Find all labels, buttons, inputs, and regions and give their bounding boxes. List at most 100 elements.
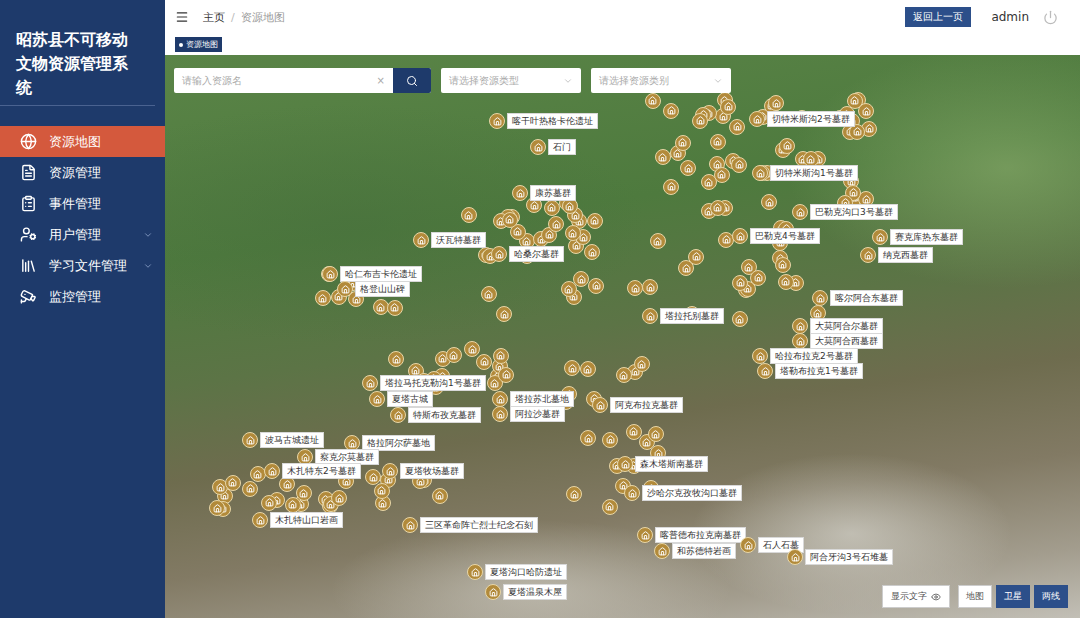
- map-pin[interactable]: [242, 432, 258, 448]
- site-marker[interactable]: 沙哈尔克孜牧沟口墓群: [624, 485, 742, 501]
- site-marker[interactable]: 塔拉马托克勒沟1号墓群: [362, 375, 486, 391]
- map-pin[interactable]: [792, 318, 808, 334]
- show-text-button[interactable]: 显示文字: [882, 585, 950, 608]
- site-marker[interactable]: 康苏墓群: [512, 185, 576, 201]
- map-pin[interactable]: [413, 232, 429, 248]
- map-pin[interactable]: [860, 247, 876, 263]
- map-pin[interactable]: [588, 278, 604, 294]
- site-marker[interactable]: 夏塔牧场墓群: [382, 463, 464, 479]
- site-marker[interactable]: 喀普德布拉克南墓群: [637, 527, 746, 543]
- map-pin[interactable]: [616, 367, 632, 383]
- layer-button[interactable]: 地图: [958, 585, 992, 608]
- map-pin[interactable]: [650, 233, 666, 249]
- map-pin[interactable]: [374, 483, 390, 499]
- site-marker[interactable]: 切特米斯沟1号墓群: [752, 165, 858, 181]
- map-pin[interactable]: [680, 160, 696, 176]
- map-pin[interactable]: [489, 113, 505, 129]
- map-pin[interactable]: [544, 200, 560, 216]
- map-pin[interactable]: [498, 367, 514, 383]
- map-pin[interactable]: [775, 257, 791, 273]
- map-pin[interactable]: [710, 200, 726, 216]
- map-pin[interactable]: [502, 212, 518, 228]
- map-pin[interactable]: [496, 306, 512, 322]
- map-pin[interactable]: [812, 290, 828, 306]
- map-pin[interactable]: [580, 430, 596, 446]
- site-marker[interactable]: 喀干叶热格卡伦遗址: [489, 113, 598, 129]
- map-pin[interactable]: [655, 149, 671, 165]
- map-pin[interactable]: [732, 311, 748, 327]
- map-pin[interactable]: [617, 456, 633, 472]
- map-pin[interactable]: [481, 286, 497, 302]
- site-marker[interactable]: 特斯布孜克墓群: [390, 407, 481, 423]
- map-pin[interactable]: [296, 485, 312, 501]
- map-pin[interactable]: [252, 512, 268, 528]
- sidebar-item[interactable]: 资源管理: [0, 157, 165, 188]
- sidebar-item[interactable]: 事件管理: [0, 188, 165, 219]
- map-pin[interactable]: [645, 93, 661, 109]
- map-pin[interactable]: [387, 300, 403, 316]
- map-pin[interactable]: [624, 485, 640, 501]
- site-marker[interactable]: 波马古城遗址: [242, 432, 324, 448]
- map-pin[interactable]: [388, 351, 404, 367]
- site-marker[interactable]: 森木塔斯南墓群: [617, 456, 708, 472]
- site-marker[interactable]: 大莫阿合西墓群: [792, 333, 883, 349]
- map-pin[interactable]: [602, 499, 618, 515]
- map-pin[interactable]: [331, 490, 347, 506]
- site-marker[interactable]: 大莫阿合尔墓群: [792, 318, 883, 334]
- map-pin[interactable]: [492, 406, 508, 422]
- map-pin[interactable]: [566, 486, 582, 502]
- map-pin[interactable]: [476, 354, 492, 370]
- search-button[interactable]: [393, 68, 431, 93]
- map[interactable]: 请输入资源名×请选择资源类型请选择资源类别喀干叶热格卡伦遗址石门切特米斯沟2号墓…: [165, 55, 1080, 618]
- sidebar-item[interactable]: 学习文件管理: [0, 250, 165, 281]
- map-pin[interactable]: [322, 266, 338, 282]
- back-button[interactable]: 返回上一页: [905, 7, 971, 27]
- map-pin[interactable]: [602, 432, 618, 448]
- site-marker[interactable]: 哈桑尔墓群: [491, 246, 564, 262]
- map-pin[interactable]: [729, 119, 745, 135]
- filter-select[interactable]: 请选择资源类型: [441, 68, 581, 93]
- map-pin[interactable]: [530, 139, 546, 155]
- map-pin[interactable]: [761, 194, 777, 210]
- map-pin[interactable]: [493, 348, 509, 364]
- map-pin[interactable]: [648, 426, 664, 442]
- site-marker[interactable]: 格登山山碑: [337, 281, 410, 297]
- map-pin[interactable]: [779, 138, 795, 154]
- site-marker[interactable]: 木扎特东2号墓群: [264, 463, 361, 479]
- site-marker[interactable]: 塔勒布拉克1号墓群: [757, 363, 863, 379]
- map-pin[interactable]: [692, 113, 708, 129]
- map-pin[interactable]: [491, 246, 507, 262]
- site-marker[interactable]: 石门: [530, 139, 576, 155]
- menu-icon[interactable]: [175, 10, 189, 24]
- map-pin[interactable]: [663, 103, 679, 119]
- site-marker[interactable]: 赛克库热东墓群: [872, 229, 963, 245]
- site-marker[interactable]: 三区革命阵亡烈士纪念石刻: [402, 517, 538, 533]
- map-pin[interactable]: [382, 463, 398, 479]
- map-pin[interactable]: [362, 375, 378, 391]
- map-pin[interactable]: [432, 488, 448, 504]
- map-pin[interactable]: [485, 584, 501, 600]
- map-pin[interactable]: [242, 481, 258, 497]
- site-marker[interactable]: 喀尔阿合东墓群: [812, 290, 903, 306]
- map-pin[interactable]: [720, 99, 736, 115]
- map-pin[interactable]: [642, 279, 658, 295]
- map-pin[interactable]: [714, 167, 730, 183]
- map-pin[interactable]: [792, 333, 808, 349]
- breadcrumb-item[interactable]: 资源地图: [241, 10, 285, 25]
- map-pin[interactable]: [787, 549, 803, 565]
- site-marker[interactable]: 阿合牙沟3号石堆墓: [787, 549, 893, 565]
- site-marker[interactable]: 木扎特山口岩画: [252, 512, 343, 528]
- sidebar-item[interactable]: 资源地图: [0, 126, 165, 157]
- sidebar-item[interactable]: 监控管理: [0, 281, 165, 312]
- map-pin[interactable]: [627, 280, 643, 296]
- map-pin[interactable]: [337, 281, 353, 297]
- map-pin[interactable]: [548, 216, 564, 232]
- map-pin[interactable]: [369, 391, 385, 407]
- map-pin[interactable]: [587, 213, 603, 229]
- site-marker[interactable]: 塔拉托别墓群: [642, 308, 724, 324]
- site-marker[interactable]: 阿拉沙墓群: [492, 406, 565, 422]
- map-pin[interactable]: [564, 360, 580, 376]
- map-pin[interactable]: [492, 391, 508, 407]
- map-pin[interactable]: [261, 495, 277, 511]
- breadcrumb-item[interactable]: 主页: [203, 10, 225, 25]
